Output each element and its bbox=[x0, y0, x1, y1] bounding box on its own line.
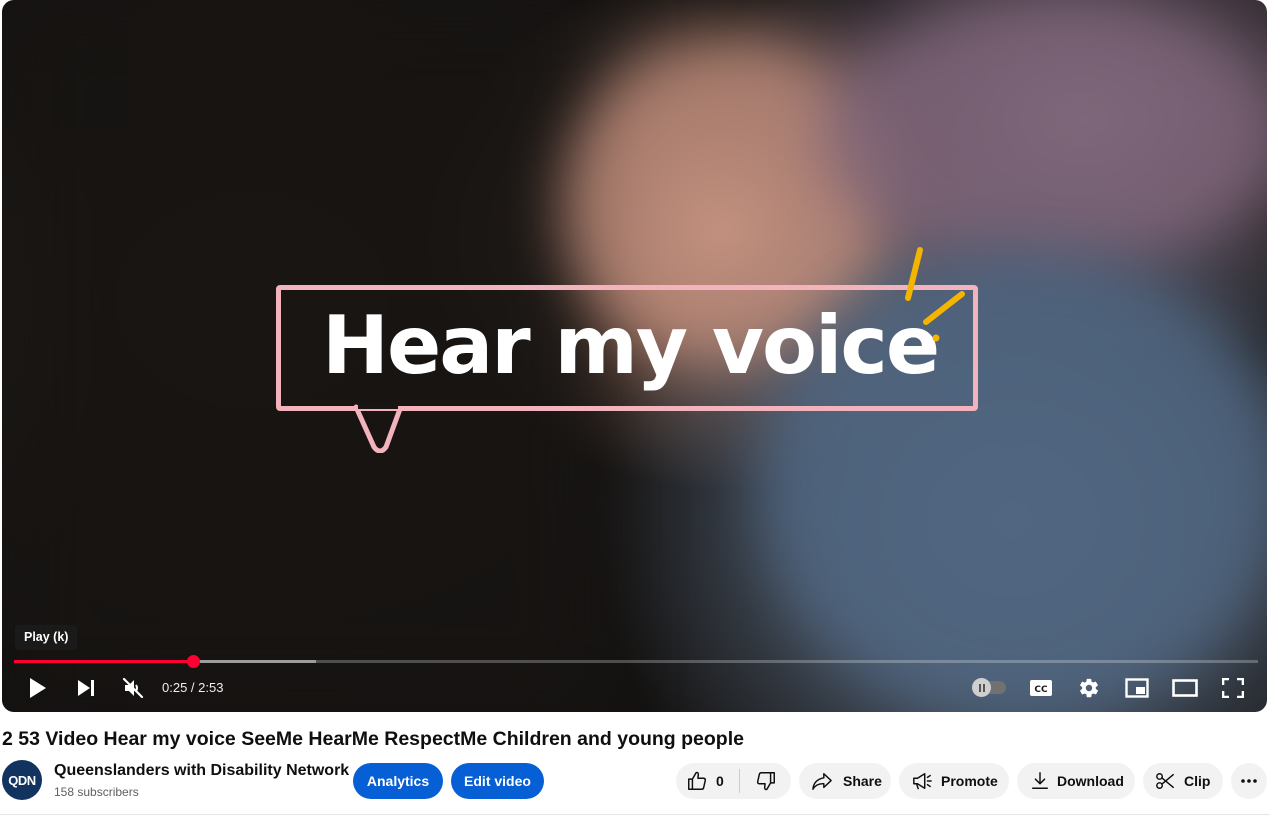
like-dislike-group: 0 bbox=[676, 763, 791, 799]
more-actions-button[interactable] bbox=[1231, 763, 1267, 799]
current-time: 0:25 bbox=[162, 680, 188, 695]
progress-played bbox=[14, 660, 194, 663]
cc-icon: CC bbox=[1030, 680, 1052, 696]
thumbs-down-icon bbox=[756, 772, 775, 791]
download-button[interactable]: Download bbox=[1017, 763, 1135, 799]
mute-button[interactable] bbox=[118, 674, 148, 702]
thumbs-up-icon bbox=[688, 771, 707, 790]
play-tooltip: Play (k) bbox=[15, 625, 78, 650]
time-display: 0:25 / 2:53 bbox=[162, 678, 223, 698]
video-player[interactable]: Hear my voice Play (k) 0:25 / 2:53 CC bbox=[2, 0, 1267, 712]
download-icon bbox=[1029, 771, 1051, 791]
video-title: 2 53 Video Hear my voice SeeMe HearMe Re… bbox=[2, 728, 744, 750]
megaphone-icon bbox=[911, 771, 933, 791]
duration: 2:53 bbox=[198, 680, 224, 695]
clip-label: Clip bbox=[1184, 773, 1211, 789]
share-label: Share bbox=[843, 773, 882, 789]
channel-avatar[interactable]: QDN bbox=[2, 760, 42, 800]
scissors-icon bbox=[1154, 771, 1176, 791]
svg-text:CC: CC bbox=[1034, 685, 1048, 695]
progress-bar[interactable] bbox=[14, 655, 1258, 668]
like-count: 0 bbox=[716, 773, 724, 789]
analytics-button[interactable]: Analytics bbox=[353, 763, 443, 799]
theater-icon bbox=[1172, 679, 1198, 697]
avatar-logo-text: QDN bbox=[8, 772, 36, 788]
promote-button[interactable]: Promote bbox=[899, 763, 1009, 799]
miniplayer-icon bbox=[1125, 678, 1149, 698]
share-button[interactable]: Share bbox=[799, 763, 891, 799]
fullscreen-button[interactable] bbox=[1218, 674, 1248, 702]
speech-bubble-tail bbox=[354, 403, 403, 453]
like-button[interactable]: 0 bbox=[676, 763, 724, 799]
fullscreen-icon bbox=[1222, 678, 1244, 698]
play-button[interactable] bbox=[24, 674, 52, 702]
section-divider bbox=[0, 814, 1270, 815]
clip-button[interactable]: Clip bbox=[1143, 763, 1223, 799]
next-button[interactable] bbox=[72, 674, 100, 702]
promote-label: Promote bbox=[941, 773, 998, 789]
dislike-button[interactable] bbox=[740, 763, 791, 799]
video-frame-shirt bbox=[822, 0, 1267, 270]
volume-muted-icon bbox=[122, 677, 144, 699]
captions-button[interactable]: CC bbox=[1026, 674, 1056, 702]
subscriber-count: 158 subscribers bbox=[54, 785, 139, 799]
edit-video-button[interactable]: Edit video bbox=[451, 763, 544, 799]
miniplayer-button[interactable] bbox=[1122, 674, 1152, 702]
channel-name[interactable]: Queenslanders with Disability Network bbox=[54, 761, 349, 781]
download-label: Download bbox=[1057, 773, 1124, 789]
time-separator: / bbox=[187, 680, 199, 695]
overlay-title: Hear my voice bbox=[322, 299, 940, 392]
play-icon bbox=[30, 678, 46, 698]
settings-button[interactable] bbox=[1074, 674, 1104, 702]
gear-icon bbox=[1080, 678, 1098, 698]
next-icon bbox=[78, 680, 94, 696]
theater-button[interactable] bbox=[1170, 674, 1200, 702]
share-icon bbox=[811, 771, 833, 791]
more-horizontal-icon bbox=[1241, 779, 1257, 783]
emphasis-spark-icon bbox=[905, 247, 965, 342]
autoplay-pause-icon bbox=[972, 678, 991, 697]
